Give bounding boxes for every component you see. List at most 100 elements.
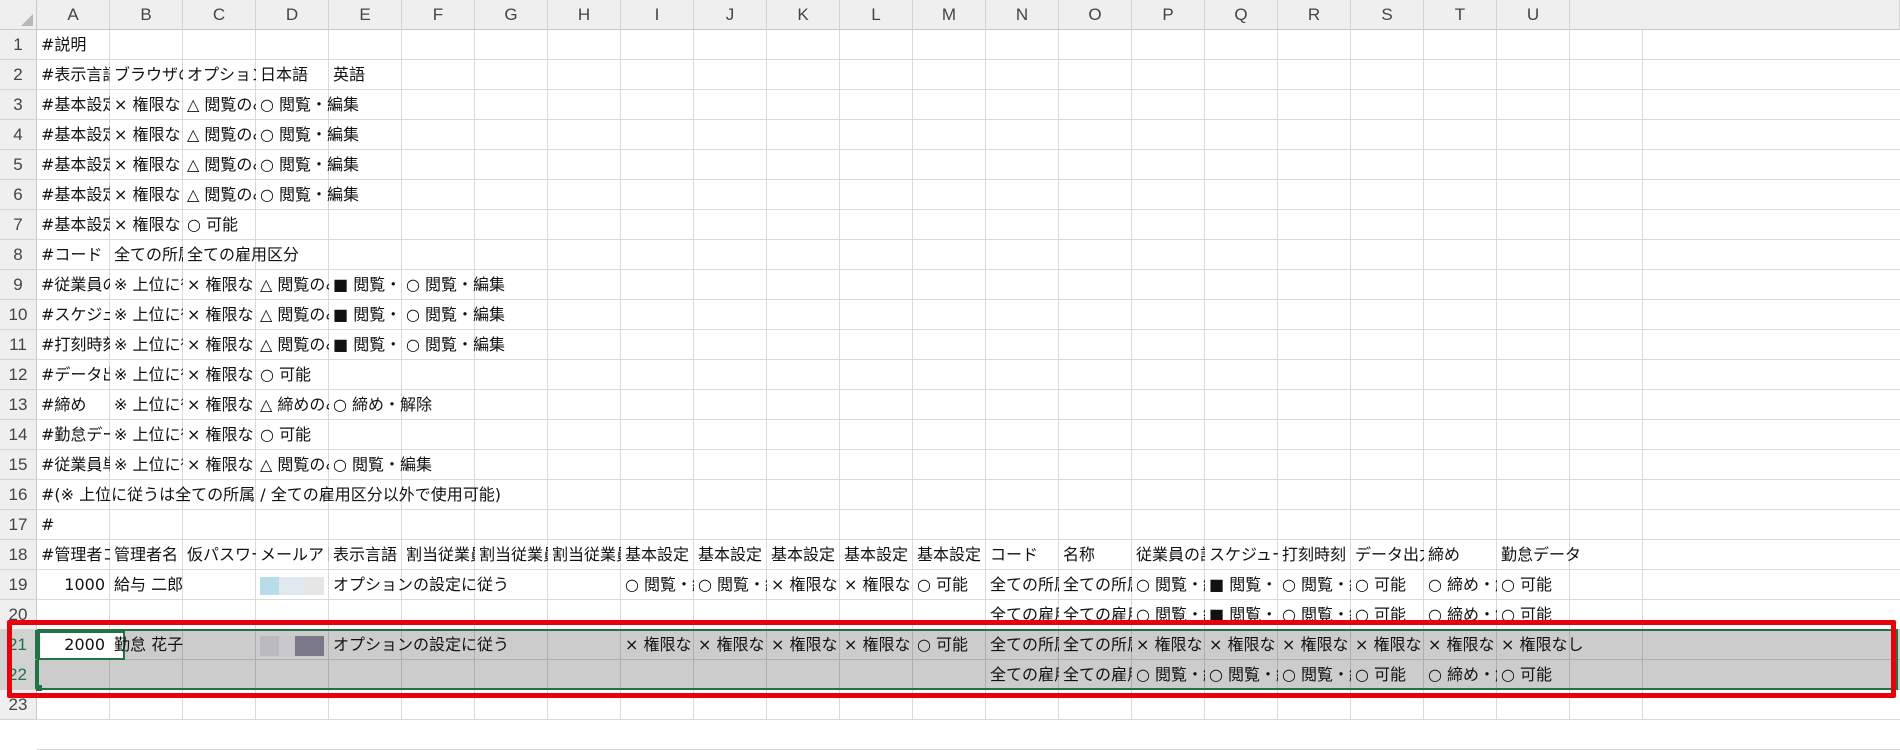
cell-d12[interactable]: ○ 可能 xyxy=(256,360,329,389)
cell-d15[interactable]: △ 閲覧のみ xyxy=(256,450,329,479)
cell-u19[interactable]: ○ 可能 xyxy=(1497,570,1570,599)
row-header-18[interactable]: 18 xyxy=(0,540,37,570)
cell-c12[interactable]: × 権限なし xyxy=(183,360,256,389)
cell-f10[interactable]: ○ 閲覧・編集 xyxy=(402,300,505,329)
cell-s19[interactable]: ○ 可能 xyxy=(1351,570,1424,599)
cell-m19[interactable]: ○ 可能 xyxy=(913,570,986,599)
cell-c11[interactable]: × 権限なし xyxy=(183,330,256,359)
cell-d6[interactable]: ○ 閲覧・編集 xyxy=(256,180,359,209)
cell-l18[interactable]: 基本設定 - xyxy=(840,540,913,569)
cell-j18[interactable]: 基本設定 - xyxy=(694,540,767,569)
select-all-corner[interactable] xyxy=(0,0,37,30)
row-header-4[interactable]: 4 xyxy=(0,120,37,150)
cell-a15[interactable]: #従業員単 xyxy=(37,450,110,479)
cell-c13[interactable]: × 権限なし xyxy=(183,390,256,419)
cell-a18[interactable]: #管理者コ xyxy=(37,540,110,569)
cell-b10[interactable]: ※ 上位に従 xyxy=(110,300,183,329)
cell-f9[interactable]: ○ 閲覧・編集 xyxy=(402,270,505,299)
row-header-2[interactable]: 2 xyxy=(0,60,37,90)
row-header-19[interactable]: 19 xyxy=(0,570,37,600)
cell-d5[interactable]: ○ 閲覧・編集 xyxy=(256,150,359,179)
cell-e10[interactable]: ■ 閲覧・編 xyxy=(329,300,402,329)
cell-e15[interactable]: ○ 閲覧・編集 xyxy=(329,450,432,479)
cell-e9[interactable]: ■ 閲覧・編 xyxy=(329,270,402,299)
cell-l19[interactable]: × 権限なし xyxy=(840,570,913,599)
cell-c6[interactable]: △ 閲覧のみ xyxy=(183,180,256,209)
cell-d4[interactable]: ○ 閲覧・編集 xyxy=(256,120,359,149)
cell-b8[interactable]: 全ての所属 xyxy=(110,240,183,269)
cell-a5[interactable]: #基本設定 xyxy=(37,150,110,179)
cell-d2[interactable]: 日本語 xyxy=(256,60,329,89)
column-header-b[interactable]: B xyxy=(110,0,183,30)
row-header-10[interactable]: 10 xyxy=(0,300,37,330)
cell-t19[interactable]: ○ 締め・解 xyxy=(1424,570,1497,599)
cell-h18[interactable]: 割当従業員 xyxy=(548,540,621,569)
cell-f11[interactable]: ○ 閲覧・編集 xyxy=(402,330,505,359)
column-header-a[interactable]: A xyxy=(37,0,110,30)
column-header-m[interactable]: M xyxy=(913,0,986,30)
column-header-j[interactable]: J xyxy=(694,0,767,30)
cell-c5[interactable]: △ 閲覧のみ xyxy=(183,150,256,179)
cell-t18[interactable]: 締め xyxy=(1424,540,1497,569)
cell-a1[interactable]: #説明 xyxy=(37,30,110,59)
cell-j19[interactable]: ○ 閲覧・編 xyxy=(694,570,767,599)
cell-b19[interactable]: 給与 二郎 xyxy=(110,570,183,599)
cell-b12[interactable]: ※ 上位に従 xyxy=(110,360,183,389)
cell-b5[interactable]: × 権限なし xyxy=(110,150,183,179)
cell-o18[interactable]: 名称 xyxy=(1059,540,1132,569)
cell-a7[interactable]: #基本設定 xyxy=(37,210,110,239)
cell-c3[interactable]: △ 閲覧のみ xyxy=(183,90,256,119)
cell-i18[interactable]: 基本設定 - xyxy=(621,540,694,569)
cell-d9[interactable]: △ 閲覧のみ xyxy=(256,270,329,299)
cell-d14[interactable]: ○ 可能 xyxy=(256,420,329,449)
row-header-16[interactable]: 16 xyxy=(0,480,37,510)
cell-u18[interactable]: 勤怠データ xyxy=(1497,540,1581,569)
cell-n19[interactable]: 全ての所属 xyxy=(986,570,1059,599)
cell-p19[interactable]: ○ 閲覧・編 xyxy=(1132,570,1205,599)
cell-c18[interactable]: 仮パスワー xyxy=(183,540,256,569)
cell-r19[interactable]: ○ 閲覧・編 xyxy=(1278,570,1351,599)
cell-b18[interactable]: 管理者名 xyxy=(110,540,183,569)
cell-p18[interactable]: 従業員の設 xyxy=(1132,540,1205,569)
row-header-3[interactable]: 3 xyxy=(0,90,37,120)
cell-b3[interactable]: × 権限なし xyxy=(110,90,183,119)
column-header-q[interactable]: Q xyxy=(1205,0,1278,30)
cell-i19[interactable]: ○ 閲覧・編 xyxy=(621,570,694,599)
column-header-u[interactable]: U xyxy=(1497,0,1570,30)
column-header-i[interactable]: I xyxy=(621,0,694,30)
column-header-f[interactable]: F xyxy=(402,0,475,30)
column-header-k[interactable]: K xyxy=(767,0,840,30)
cell-q19[interactable]: ■ 閲覧・編 xyxy=(1205,570,1278,599)
cell-b6[interactable]: × 権限なし xyxy=(110,180,183,209)
cell-a8[interactable]: #コード xyxy=(37,240,110,269)
cell-c4[interactable]: △ 閲覧のみ xyxy=(183,120,256,149)
row-header-14[interactable]: 14 xyxy=(0,420,37,450)
row-header-9[interactable]: 9 xyxy=(0,270,37,300)
cell-k18[interactable]: 基本設定 - xyxy=(767,540,840,569)
cell-b14[interactable]: ※ 上位に従 xyxy=(110,420,183,449)
cell-k19[interactable]: × 権限なし xyxy=(767,570,840,599)
column-header-n[interactable]: N xyxy=(986,0,1059,30)
cell-m18[interactable]: 基本設定 - xyxy=(913,540,986,569)
cell-c9[interactable]: × 権限なし xyxy=(183,270,256,299)
cell-d3[interactable]: ○ 閲覧・編集 xyxy=(256,90,359,119)
cell-d10[interactable]: △ 閲覧のみ xyxy=(256,300,329,329)
cell-b13[interactable]: ※ 上位に従 xyxy=(110,390,183,419)
row-header-1[interactable]: 1 xyxy=(0,30,37,60)
cell-e18[interactable]: 表示言語 xyxy=(329,540,402,569)
cell-g18[interactable]: 割当従業員 xyxy=(475,540,548,569)
cell-a6[interactable]: #基本設定 xyxy=(37,180,110,209)
cell-o19[interactable]: 全ての所属 xyxy=(1059,570,1132,599)
cell-e13[interactable]: ○ 締め・解除 xyxy=(329,390,432,419)
cell-c15[interactable]: × 権限なし xyxy=(183,450,256,479)
cell-f18[interactable]: 割当従業員 xyxy=(402,540,475,569)
cell-n18[interactable]: コード xyxy=(986,540,1059,569)
cell-a4[interactable]: #基本設定 xyxy=(37,120,110,149)
cell-s18[interactable]: データ出力 xyxy=(1351,540,1424,569)
cell-r18[interactable]: 打刻時刻 xyxy=(1278,540,1351,569)
column-header-c[interactable]: C xyxy=(183,0,256,30)
cell-e2[interactable]: 英語 xyxy=(329,60,402,89)
cell-e19[interactable]: オプションの設定に従う xyxy=(329,570,509,599)
column-header-s[interactable]: S xyxy=(1351,0,1424,30)
column-header-e[interactable]: E xyxy=(329,0,402,30)
